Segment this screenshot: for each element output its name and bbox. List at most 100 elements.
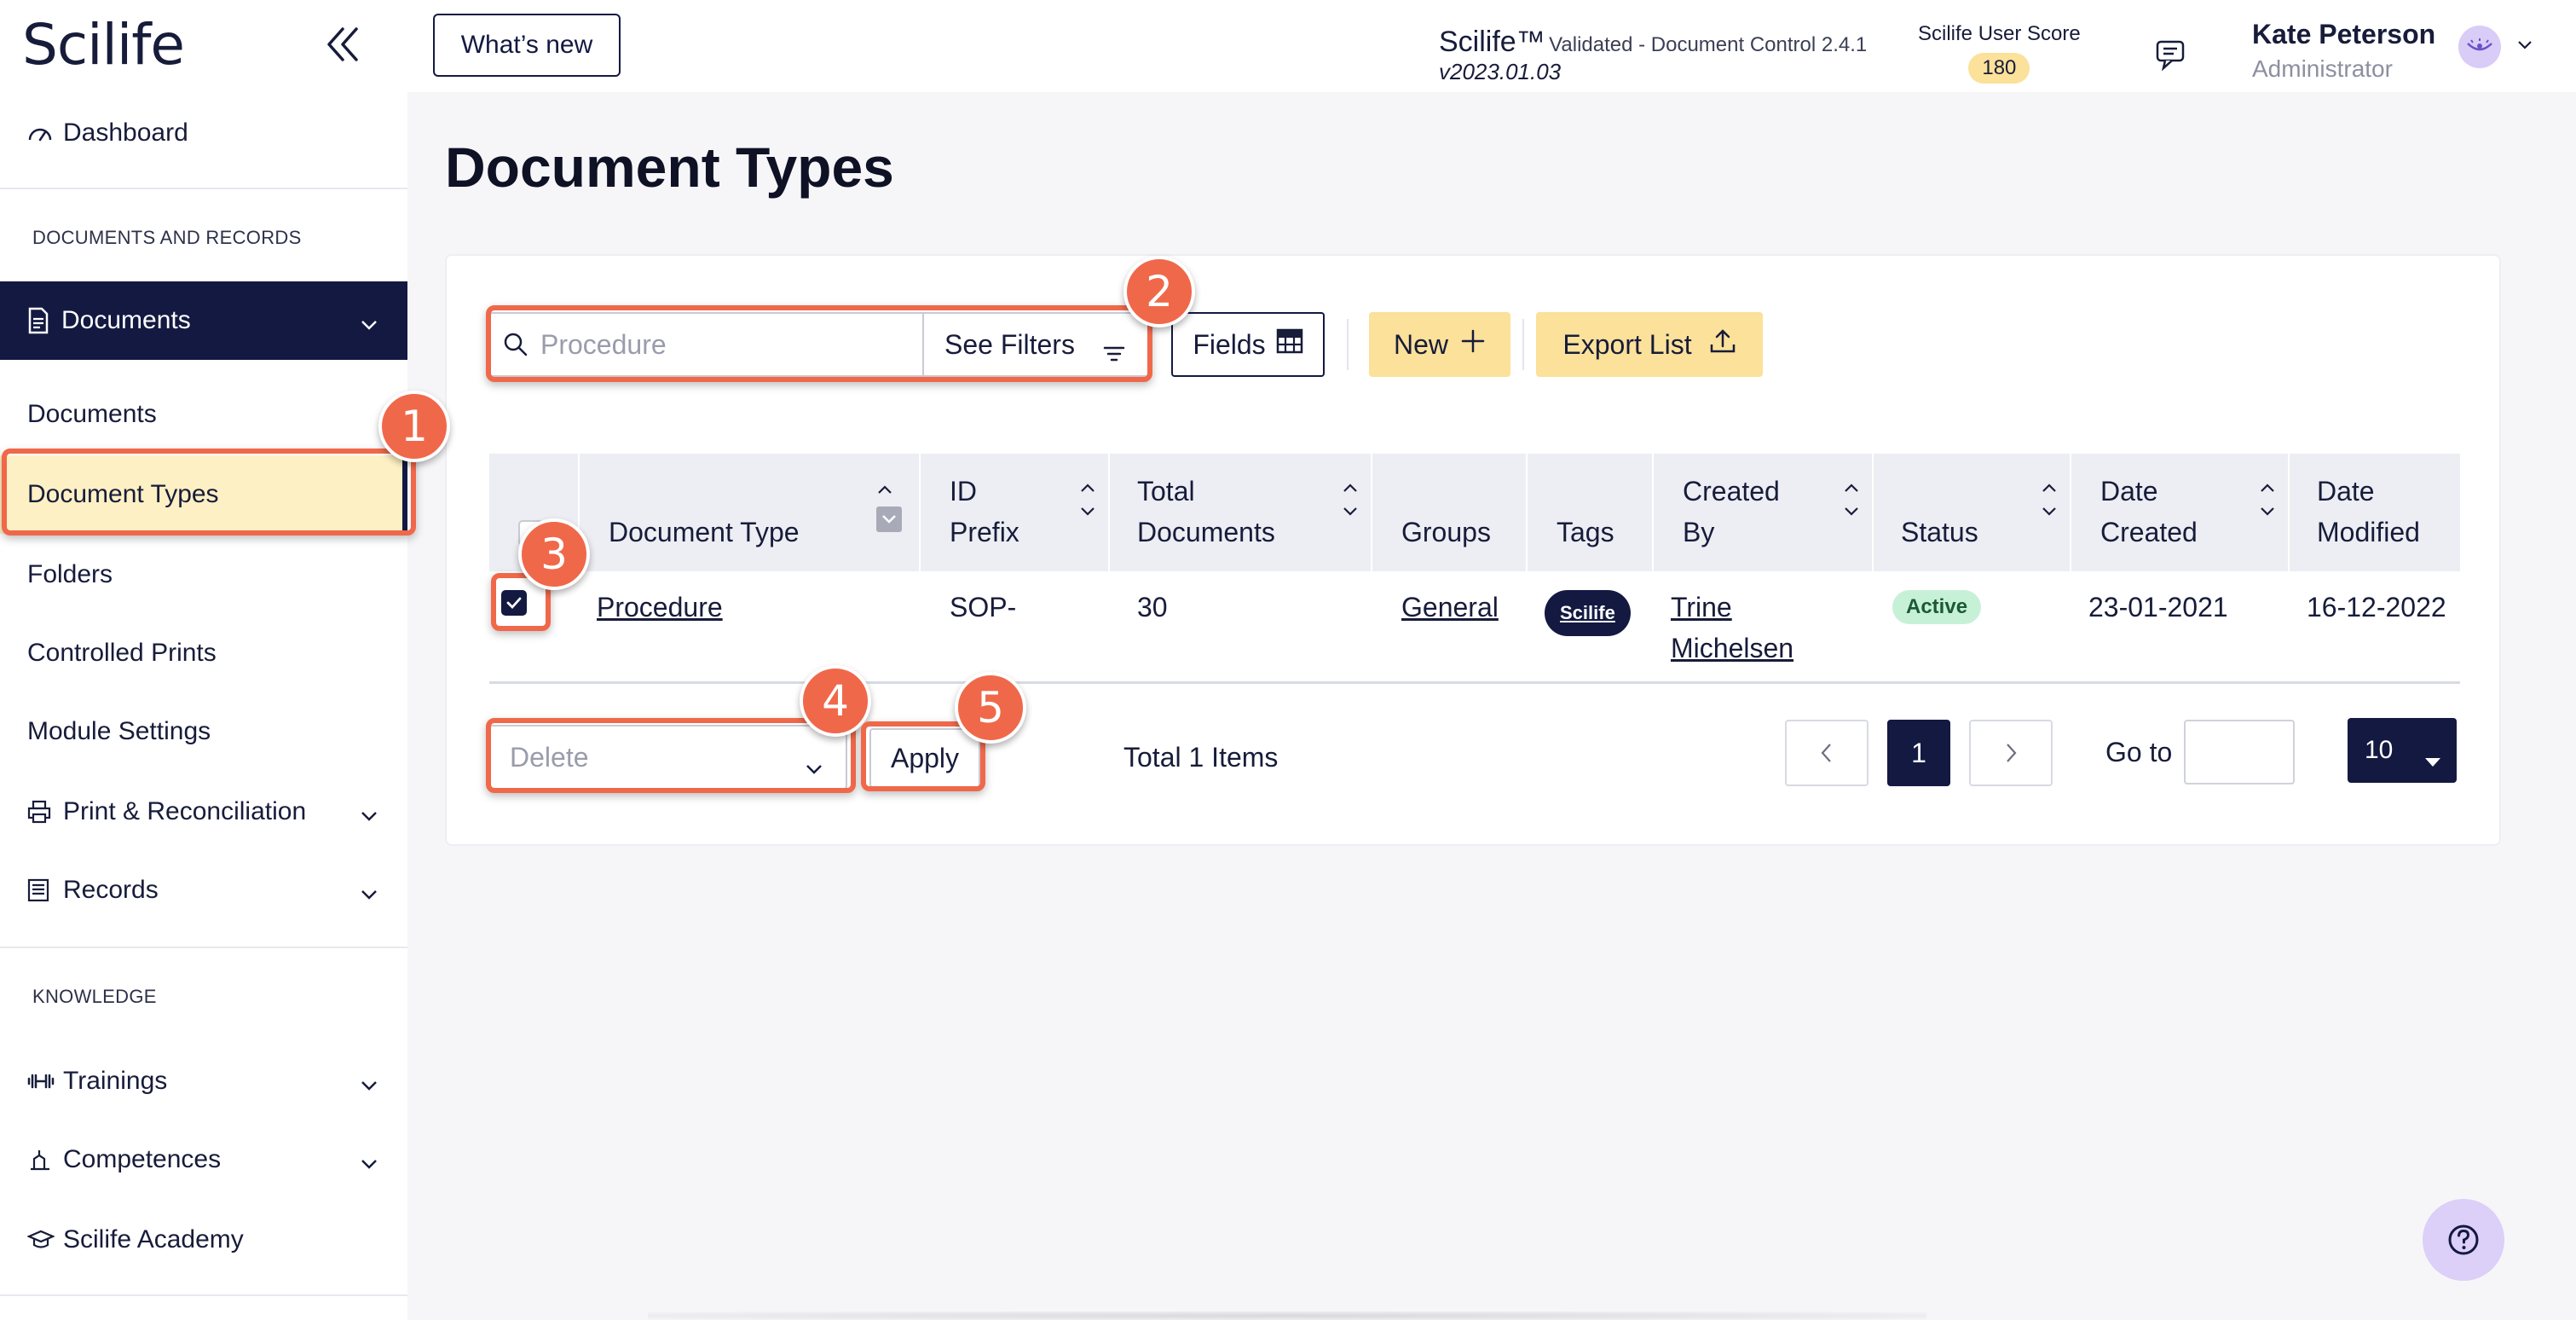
tag-pill[interactable]: Scilife bbox=[1545, 590, 1631, 636]
help-button[interactable] bbox=[2423, 1199, 2504, 1281]
chevron-down-icon bbox=[805, 750, 823, 782]
sort-toggle[interactable] bbox=[1342, 483, 1359, 517]
sidebar-item-trainings[interactable]: Trainings bbox=[0, 1042, 407, 1120]
plus-icon bbox=[1460, 328, 1486, 361]
header-date-created[interactable]: Date Created bbox=[2070, 454, 2288, 571]
eye-icon bbox=[2467, 38, 2492, 51]
header-tags: Tags bbox=[1526, 454, 1652, 571]
previous-page-button[interactable] bbox=[1785, 720, 1868, 786]
sidebar-item-records[interactable]: Records bbox=[0, 851, 407, 929]
sidebar-item-label: Scilife Academy bbox=[63, 1225, 244, 1253]
cell-created-by-link[interactable]: Trine Michelsen bbox=[1671, 587, 1793, 669]
collapse-sidebar-button[interactable] bbox=[324, 20, 361, 68]
header-created-by[interactable]: Created By bbox=[1652, 454, 1872, 571]
new-label: New bbox=[1393, 328, 1448, 360]
sort-toggle[interactable] bbox=[1079, 483, 1096, 517]
sidebar-item-label: Dashboard bbox=[63, 119, 188, 147]
cell-document-type-link[interactable]: Procedure bbox=[597, 587, 723, 628]
header-id-prefix[interactable]: ID Prefix bbox=[919, 454, 1108, 571]
chevron-down-icon bbox=[360, 878, 378, 907]
cell-id-prefix: SOP- bbox=[950, 592, 1017, 622]
top-bar: What’s new Scilife™ Validated - Document… bbox=[407, 0, 2576, 92]
see-filters-button[interactable]: See Filters bbox=[924, 312, 1149, 377]
created-by-first: Trine bbox=[1671, 592, 1732, 622]
checkmark-icon bbox=[506, 597, 522, 610]
fields-button[interactable]: Fields bbox=[1171, 312, 1325, 377]
header-document-type[interactable]: Document Type bbox=[578, 454, 919, 571]
table-row[interactable]: Procedure SOP- 30 General Scilife Trine … bbox=[489, 571, 2460, 684]
scilife-logo[interactable]: Scilife bbox=[22, 12, 185, 78]
created-by-last: Michelsen bbox=[1671, 633, 1794, 663]
header-status[interactable]: Status bbox=[1872, 454, 2070, 571]
goto-page-input[interactable] bbox=[2184, 720, 2295, 784]
chevron-up-icon bbox=[878, 485, 892, 494]
sidebar-item-label: Records bbox=[63, 876, 159, 904]
avatar[interactable] bbox=[2458, 26, 2501, 68]
header-total-documents[interactable]: Total Documents bbox=[1108, 454, 1371, 571]
sidebar-item-document-types[interactable]: Document Types bbox=[0, 455, 407, 534]
divider bbox=[0, 1294, 407, 1296]
annotation-marker-3: 3 bbox=[518, 518, 590, 590]
sort-toggle[interactable] bbox=[2041, 483, 2058, 517]
header-groups: Groups bbox=[1371, 454, 1526, 571]
apply-button[interactable]: Apply bbox=[869, 728, 980, 788]
see-filters-label: See Filters bbox=[944, 328, 1075, 360]
sidebar-item-documents[interactable]: Documents bbox=[0, 375, 407, 454]
header-label: Tags bbox=[1557, 517, 1614, 547]
export-list-button[interactable]: Export List bbox=[1536, 312, 1763, 377]
whats-new-button[interactable]: What’s new bbox=[433, 14, 621, 77]
goto-label: Go to bbox=[2105, 737, 2173, 767]
page-title: Document Types bbox=[445, 136, 894, 199]
gauge-icon bbox=[27, 124, 61, 142]
sidebar-item-print-reconciliation[interactable]: Print & Reconciliation bbox=[0, 773, 407, 851]
user-score: Scilife User Score 180 bbox=[1918, 22, 2081, 84]
product-info: Scilife™ Validated - Document Control 2.… bbox=[1439, 26, 1867, 85]
sidebar-item-documents-group[interactable]: Documents bbox=[0, 281, 407, 360]
page-size-select[interactable]: 10 bbox=[2348, 718, 2457, 783]
chevron-down-icon bbox=[2261, 507, 2274, 516]
sidebar-item-module-settings[interactable]: Module Settings bbox=[0, 692, 407, 771]
cell-groups-link[interactable]: General bbox=[1401, 587, 1499, 628]
row-checkbox[interactable] bbox=[501, 590, 527, 616]
question-mark-icon bbox=[2448, 1224, 2479, 1255]
sort-toggle[interactable] bbox=[876, 484, 902, 532]
fields-label: Fields bbox=[1193, 328, 1266, 360]
toolbar-separator bbox=[1522, 319, 1524, 370]
sidebar-item-dashboard[interactable]: Dashboard bbox=[0, 94, 407, 172]
user-name: Kate Peterson bbox=[2252, 19, 2436, 49]
caret-down-icon bbox=[2424, 745, 2441, 774]
section-title-documents: DOCUMENTS AND RECORDS bbox=[32, 227, 302, 248]
cell-date-created: 23-01-2021 bbox=[2088, 592, 2228, 622]
header-label: Total bbox=[1137, 476, 1195, 507]
search-input[interactable] bbox=[540, 328, 898, 361]
product-subtitle: Validated - Document Control 2.4.1 bbox=[1549, 33, 1868, 56]
sidebar-item-folders[interactable]: Folders bbox=[0, 536, 407, 614]
sort-toggle[interactable] bbox=[1843, 483, 1860, 517]
sidebar-item-competences[interactable]: Competences bbox=[0, 1120, 407, 1199]
header-label: By bbox=[1683, 517, 1715, 547]
new-button[interactable]: New bbox=[1369, 312, 1510, 377]
user-info[interactable]: Kate Peterson Administrator bbox=[2252, 19, 2435, 83]
filter-icon bbox=[1103, 338, 1125, 369]
chevron-left-icon bbox=[1821, 744, 1831, 762]
document-types-card: See Filters Fields New Export Lis bbox=[445, 254, 2501, 846]
sidebar-item-controlled-prints[interactable]: Controlled Prints bbox=[0, 614, 407, 692]
bulk-action-value: Delete bbox=[510, 741, 589, 773]
document-icon bbox=[27, 307, 61, 334]
sort-toggle[interactable] bbox=[2259, 483, 2276, 517]
header-label: Groups bbox=[1401, 517, 1491, 547]
chevron-down-icon bbox=[360, 1069, 378, 1098]
search-box[interactable] bbox=[489, 312, 924, 377]
competence-icon bbox=[27, 1147, 61, 1172]
page-1-button[interactable]: 1 bbox=[1887, 720, 1950, 786]
chat-icon[interactable] bbox=[2155, 39, 2191, 78]
sidebar-item-scilife-academy[interactable]: Scilife Academy bbox=[0, 1201, 407, 1279]
sidebar-item-label: Trainings bbox=[63, 1067, 168, 1095]
table-grid-icon bbox=[1276, 328, 1303, 361]
chevron-down-icon bbox=[1081, 507, 1095, 516]
next-page-button[interactable] bbox=[1969, 720, 2053, 786]
chevron-down-icon[interactable] bbox=[2516, 39, 2533, 55]
header-date-modified[interactable]: Date Modified bbox=[2288, 454, 2460, 571]
document-types-table: Document Type ID Prefix Total Documents … bbox=[489, 454, 2460, 684]
bulk-action-select[interactable]: Delete bbox=[489, 725, 847, 790]
